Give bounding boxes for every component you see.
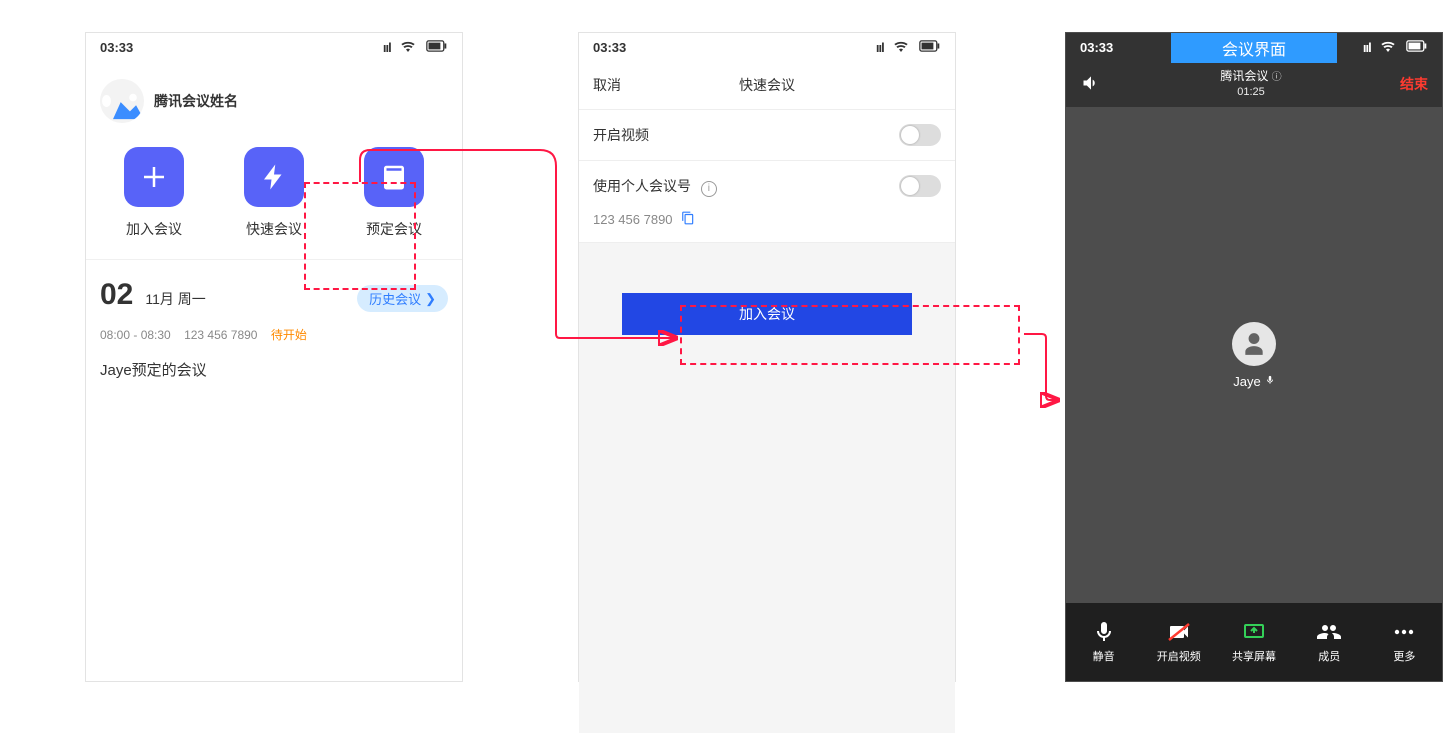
status-icons: ııl [377, 40, 448, 55]
history-label: 历史会议 [369, 289, 421, 308]
row-open-video: 开启视频 [579, 110, 955, 161]
foot-share[interactable]: 共享屏幕 [1216, 603, 1291, 681]
foot-video-label: 开启视频 [1157, 648, 1201, 664]
foot-more[interactable]: 更多 [1367, 603, 1442, 681]
signal-icon: ııl [383, 40, 391, 55]
user-avatar[interactable] [100, 79, 144, 123]
action-join-label: 加入会议 [98, 219, 210, 239]
meeting-number: 123 456 7890 [593, 212, 673, 227]
end-button[interactable]: 结束 [1400, 74, 1428, 94]
action-join[interactable]: 加入会议 [98, 147, 210, 239]
meeting-timer: 01:25 [1220, 85, 1281, 99]
foot-members-label: 成员 [1318, 648, 1340, 664]
status-bar: 03:33 ııl [86, 33, 462, 61]
meeting-footer: 静音 开启视频 共享屏幕 成员 更多 [1066, 603, 1442, 681]
battery-icon [426, 40, 448, 55]
meeting-time: 08:00 - 08:30 [100, 328, 171, 342]
info-icon[interactable]: ⓘ [1272, 72, 1282, 83]
foot-mute[interactable]: 静音 [1066, 603, 1141, 681]
participant-name-label: Jaye [1233, 374, 1260, 389]
toggle-video[interactable] [899, 124, 941, 146]
battery-icon [919, 40, 941, 55]
action-quick-label: 快速会议 [218, 219, 330, 239]
speaker-icon[interactable] [1080, 73, 1102, 96]
status-time: 03:33 [100, 40, 133, 55]
join-meeting-label: 加入会议 [739, 304, 795, 324]
foot-mute-label: 静音 [1093, 648, 1115, 664]
clipboard-check-icon [364, 147, 424, 207]
participant-avatar [1232, 322, 1276, 366]
action-quick[interactable]: 快速会议 [218, 147, 330, 239]
info-icon[interactable]: i [701, 181, 717, 197]
foot-video[interactable]: 开启视频 [1141, 603, 1216, 681]
foot-more-label: 更多 [1393, 648, 1415, 664]
foot-members[interactable]: 成员 [1292, 603, 1367, 681]
participant-name: Jaye [1233, 374, 1274, 389]
screen-quickmeeting: 03:33 ııl 取消 快速会议 开启视频 使 [578, 32, 956, 682]
modal-body: 加入会议 [579, 243, 955, 733]
meeting-id: 123 456 7890 [184, 328, 257, 342]
date-day: 02 [100, 278, 133, 312]
signal-icon: ııl [1363, 40, 1371, 55]
chevron-right-icon: ❯ [425, 291, 436, 307]
action-schedule[interactable]: 预定会议 [338, 147, 450, 239]
meeting-body: Jaye [1066, 107, 1442, 603]
plus-icon [124, 147, 184, 207]
action-schedule-label: 预定会议 [338, 219, 450, 239]
meeting-status: 待开始 [271, 328, 307, 342]
meeting-title-block: 腾讯会议 ⓘ 01:25 [1220, 69, 1281, 99]
battery-icon [1406, 40, 1428, 55]
scheduled-meeting-meta: 08:00 - 08:30 123 456 7890 待开始 [86, 320, 462, 349]
toggle-personal-id[interactable] [899, 175, 941, 197]
status-bar: 03:33 ııl [579, 33, 955, 61]
username: 腾讯会议姓名 [154, 91, 238, 111]
wifi-icon [1380, 40, 1400, 55]
history-pill[interactable]: 历史会议 ❯ [357, 285, 448, 312]
status-time: 03:33 [593, 40, 626, 55]
date-rest: 11月 周一 [145, 289, 205, 309]
status-icons: ııl [870, 40, 941, 55]
mic-icon [1265, 374, 1275, 389]
date-row: 02 11月 周一 历史会议 ❯ [86, 260, 462, 320]
screen-home: 03:33 ııl 腾讯会议姓名 加入会议 [85, 32, 463, 682]
personal-id-value: 123 456 7890 [579, 211, 955, 243]
row-personal-id: 使用个人会议号 i [579, 161, 955, 211]
cancel-button[interactable]: 取消 [593, 75, 621, 95]
wifi-icon [400, 40, 420, 55]
row-personal-label: 使用个人会议号 [593, 178, 691, 194]
join-meeting-button[interactable]: 加入会议 [622, 293, 912, 335]
status-time: 03:33 [1080, 40, 1113, 55]
signal-icon: ııl [876, 40, 884, 55]
modal-header: 取消 [579, 61, 955, 110]
copy-icon[interactable] [681, 211, 695, 228]
main-actions: 加入会议 快速会议 预定会议 [86, 147, 462, 260]
interface-banner: 会议界面 [1171, 33, 1337, 63]
screen-in-meeting: 会议界面 03:33 ııl 腾讯会议 ⓘ 0 [1065, 32, 1443, 682]
header: 腾讯会议姓名 [86, 61, 462, 147]
meeting-title[interactable]: Jaye预定的会议 [86, 349, 462, 390]
foot-share-label: 共享屏幕 [1232, 648, 1276, 664]
status-icons: ııl [1357, 40, 1428, 55]
row-open-video-label: 开启视频 [593, 125, 649, 145]
meeting-header: 腾讯会议 ⓘ 01:25 结束 [1066, 61, 1442, 107]
meeting-name: 腾讯会议 [1220, 69, 1268, 83]
lightning-icon [244, 147, 304, 207]
wifi-icon [893, 40, 913, 55]
